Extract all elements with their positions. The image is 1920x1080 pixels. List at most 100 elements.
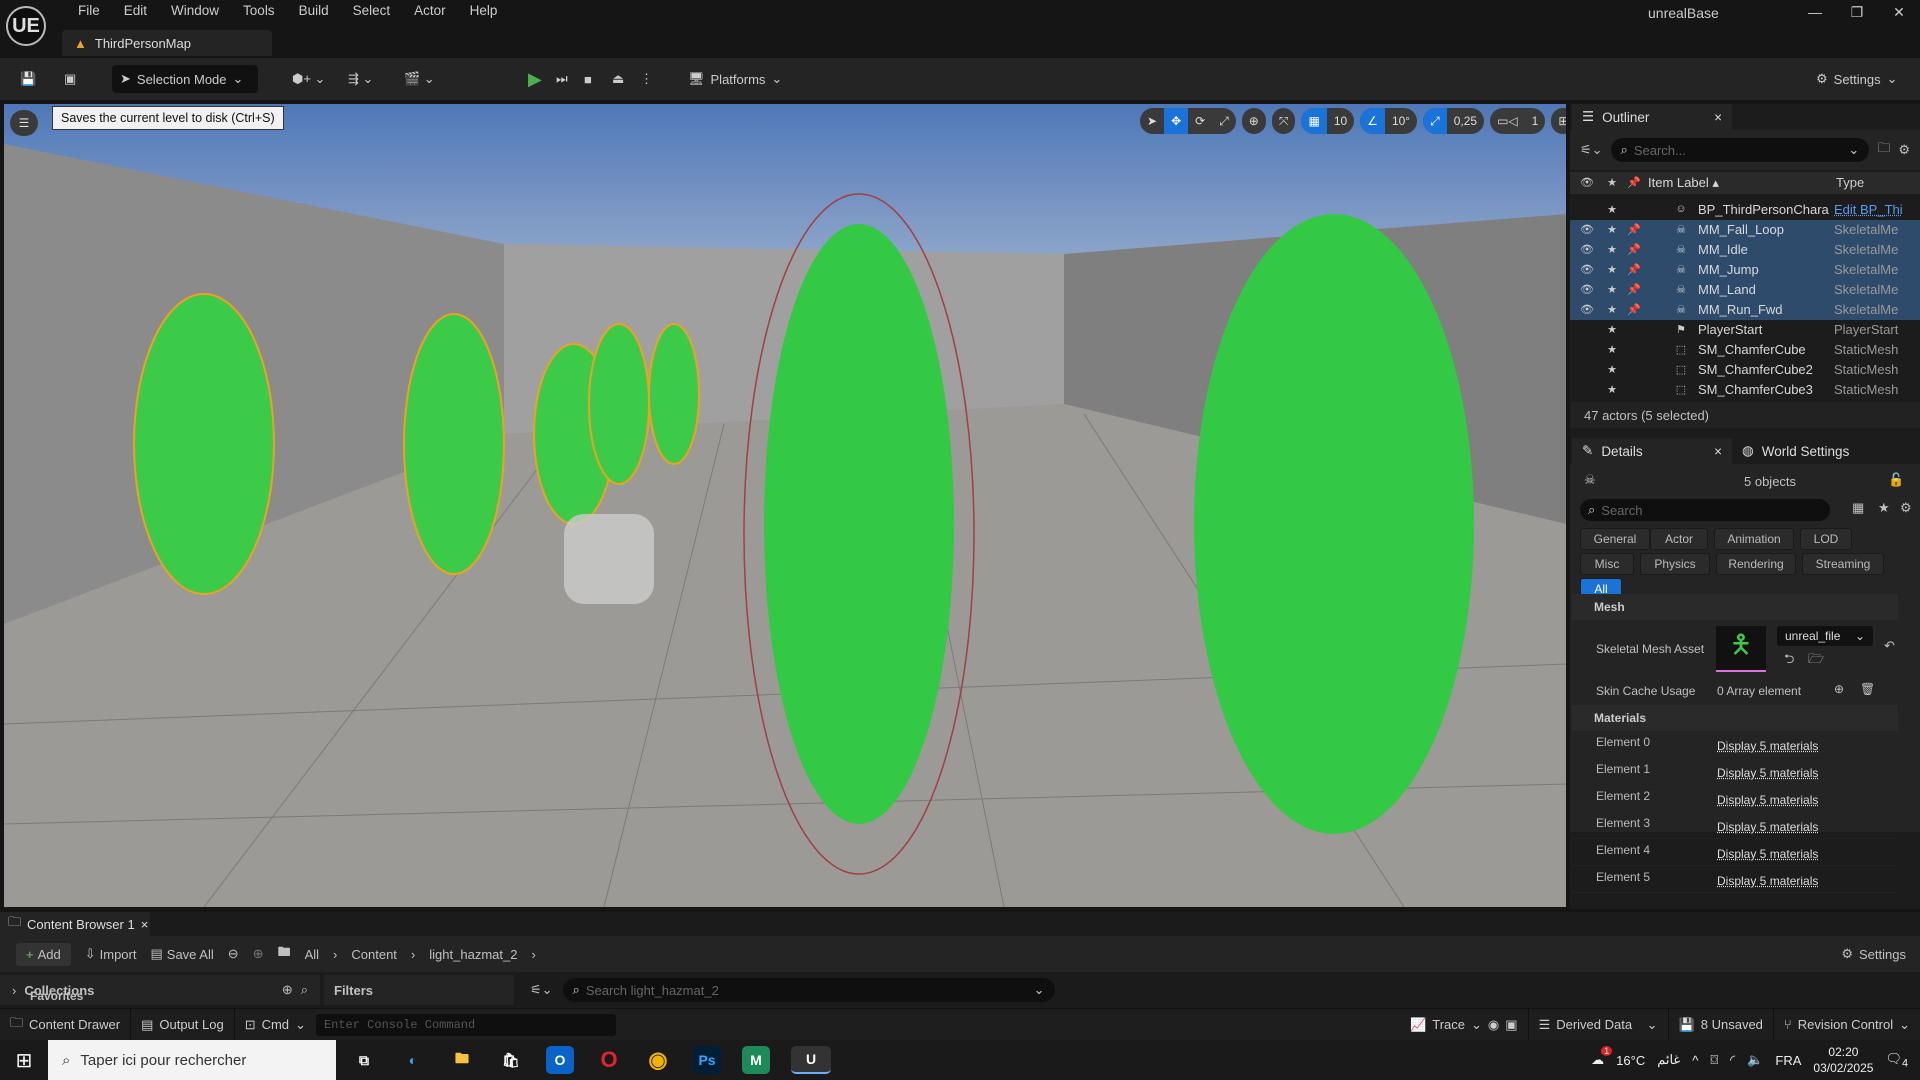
volume-icon[interactable]: 🔈 — [1747, 1052, 1763, 1068]
console-input[interactable]: Enter Console Command — [315, 1013, 616, 1036]
import-button[interactable]: ⇩ Import — [85, 946, 137, 962]
display-materials-link[interactable]: Display 5 materials — [1717, 847, 1818, 861]
pin-icon[interactable]: 📌 — [1627, 223, 1641, 236]
gear-icon[interactable]: ⚙ — [1898, 142, 1910, 158]
visibility-icon[interactable]: 👁 — [1580, 243, 1594, 256]
minimize-button[interactable]: — — [1800, 4, 1830, 20]
cmd-dropdown[interactable]: ⊡ Cmd ⌄ — [235, 1009, 316, 1041]
details-search-input[interactable]: ⌕ Search — [1580, 499, 1830, 521]
close-icon[interactable]: × — [141, 917, 149, 932]
menu-item[interactable]: Edit — [112, 3, 159, 18]
outliner-row[interactable]: 👁 📌 ★ ☠ MM_Run_Fwd SkeletalMe — [1570, 300, 1920, 320]
surface-snap-toggle[interactable]: ⤧ — [1271, 108, 1296, 134]
add-collection-icon[interactable]: ⊕ — [282, 982, 293, 998]
restore-button[interactable]: ❐ — [1842, 4, 1872, 21]
display-materials-link[interactable]: Display 5 materials — [1717, 793, 1818, 807]
language-indicator[interactable]: FRA — [1775, 1053, 1801, 1068]
star-icon[interactable]: ★ — [1605, 223, 1619, 236]
advance-frame-button[interactable]: ⏭ — [548, 65, 576, 93]
revision-control-dropdown[interactable]: ⑂ Revision Control ⌄ — [1774, 1009, 1920, 1041]
close-icon[interactable]: × — [1714, 444, 1722, 459]
visibility-icon[interactable]: 👁 — [1580, 303, 1594, 316]
star-icon[interactable]: ★ — [1605, 243, 1619, 256]
save-button[interactable]: 💾 — [12, 65, 44, 93]
star-icon[interactable]: ★ — [1878, 500, 1890, 516]
menu-item[interactable]: Build — [287, 3, 341, 18]
filter-icon[interactable]: ⚟⌄ — [530, 982, 553, 998]
menu-item[interactable]: Actor — [402, 3, 458, 18]
add-element-icon[interactable]: ⊕ — [1834, 682, 1844, 696]
more-options-button[interactable]: ⋮ — [632, 65, 661, 93]
angle-snap[interactable]: ∠ 10° — [1360, 108, 1418, 134]
filter-chip[interactable]: Physics — [1640, 553, 1710, 575]
display-materials-link[interactable]: Display 5 materials — [1717, 766, 1818, 780]
file-explorer-icon[interactable]: 🖿 — [448, 1046, 476, 1074]
outliner-row[interactable]: 👁 📌 ★ ☠ MM_Land SkeletalMe — [1570, 280, 1920, 300]
save-all-button[interactable]: ▤ Save All — [150, 946, 213, 962]
select-tool-icon[interactable]: ➤ — [1140, 108, 1164, 134]
breadcrumb-all[interactable]: All — [305, 947, 319, 962]
back-icon[interactable]: ⊖ — [228, 946, 239, 962]
tab-content-browser[interactable]: 🗀 Content Browser 1 × — [0, 912, 150, 936]
lock-icon[interactable]: 🔓 — [1888, 472, 1904, 488]
display-materials-link[interactable]: Display 5 materials — [1717, 820, 1818, 834]
filter-chip[interactable]: Animation — [1714, 528, 1794, 550]
windows-start-icon[interactable]: ⊞ — [0, 1048, 48, 1073]
menu-item[interactable]: Tools — [231, 3, 287, 18]
visibility-icon[interactable]: 👁 — [1580, 223, 1594, 236]
star-icon[interactable]: ★ — [1605, 363, 1619, 376]
add-folder-icon[interactable]: 🗀 — [1877, 139, 1890, 161]
reset-icon[interactable]: ↶ — [1884, 638, 1895, 654]
filter-icon[interactable]: ⚟⌄ — [1580, 142, 1603, 158]
tab-world-settings[interactable]: ◍ World Settings — [1732, 438, 1849, 464]
platforms-dropdown[interactable]: 🖥 Platforms ⌄ — [680, 65, 790, 93]
notifications-icon[interactable]: 🗨4 — [1885, 1051, 1908, 1070]
column-item-label[interactable]: Item Label ▴ — [1648, 175, 1719, 191]
taskbar-search-input[interactable]: ⌕ Taper ici pour rechercher — [48, 1040, 336, 1080]
breadcrumb-content[interactable]: Content — [351, 947, 397, 962]
star-icon[interactable]: ★ — [1605, 383, 1619, 396]
settings-button[interactable]: ⚙ Settings ⌄ — [1808, 65, 1906, 93]
menu-item[interactable]: Window — [159, 3, 231, 18]
search-collection-icon[interactable]: ⌕ — [301, 982, 308, 998]
viewport-menu-button[interactable]: ☰ — [10, 110, 38, 136]
content-drawer-button[interactable]: 🗀 Content Drawer — [0, 1008, 132, 1041]
trace-dropdown[interactable]: 📈 Trace ⌄ ◉ ▣ — [1400, 1008, 1529, 1041]
add-actor-button[interactable]: ⬢+ ⌄ — [284, 65, 333, 93]
collections-header[interactable]: › Collections Favorites ⊕ ⌕ — [0, 975, 320, 1005]
content-search-input[interactable]: ⌕ Search light_hazmat_2 ⌄ — [562, 978, 1055, 1002]
unreal-logo[interactable]: UE — [6, 6, 46, 46]
filter-chip[interactable]: Actor — [1650, 528, 1708, 550]
display-materials-link[interactable]: Display 5 materials — [1717, 874, 1818, 888]
outliner-row[interactable]: 👁 📌 ★ ☠ MM_Jump SkeletalMe — [1570, 260, 1920, 280]
pin-icon[interactable]: 📌 — [1627, 243, 1641, 256]
clock[interactable]: 02:20 03/02/2025 — [1813, 1044, 1873, 1076]
chevron-up-icon[interactable]: ^ — [1692, 1053, 1698, 1068]
world-local-toggle[interactable]: ⊕ — [1241, 108, 1266, 134]
screenshot-icon[interactable]: ▣ — [1505, 1017, 1517, 1033]
wifi-icon[interactable]: ◜ — [1730, 1052, 1735, 1068]
star-icon[interactable]: ★ — [1605, 283, 1619, 296]
star-icon[interactable]: ★ — [1605, 343, 1619, 356]
derived-data-dropdown[interactable]: ☰ Derived Data ⌄ — [1529, 1008, 1669, 1041]
tab-details[interactable]: ✎ Details × — [1572, 438, 1732, 464]
outliner-row[interactable]: ★ ☺ BP_ThirdPersonChara Edit BP_Thi — [1570, 200, 1920, 220]
rotate-tool-icon[interactable]: ⟳ — [1188, 108, 1212, 134]
gear-icon[interactable]: ⚙ — [1900, 500, 1912, 516]
filter-chip[interactable]: Streaming — [1802, 553, 1884, 575]
viewport-layout-button[interactable]: ⊞ — [1551, 108, 1566, 134]
weather-icon[interactable]: ☁ 1 — [1591, 1046, 1613, 1068]
mesh-thumbnail[interactable]: 🯅 — [1716, 626, 1766, 672]
outliner-row[interactable]: 👁 📌 ★ ☠ MM_Idle SkeletalMe — [1570, 240, 1920, 260]
menu-item[interactable]: Select — [341, 3, 403, 18]
filter-chip[interactable]: General — [1580, 528, 1650, 550]
selection-mode-dropdown[interactable]: ➤ Selection Mode ⌄ — [112, 65, 258, 93]
menu-item[interactable]: File — [66, 3, 112, 18]
use-selected-icon[interactable]: ⮌ — [1784, 650, 1794, 672]
star-icon[interactable]: ★ — [1605, 203, 1619, 216]
scale-tool-icon[interactable]: ⤢ — [1212, 108, 1236, 134]
pin-icon[interactable]: 📌 — [1627, 283, 1641, 296]
move-tool-icon[interactable]: ✥ — [1164, 108, 1189, 134]
filter-chip[interactable]: LOD — [1800, 528, 1852, 550]
visibility-icon[interactable]: 👁 — [1580, 283, 1594, 296]
